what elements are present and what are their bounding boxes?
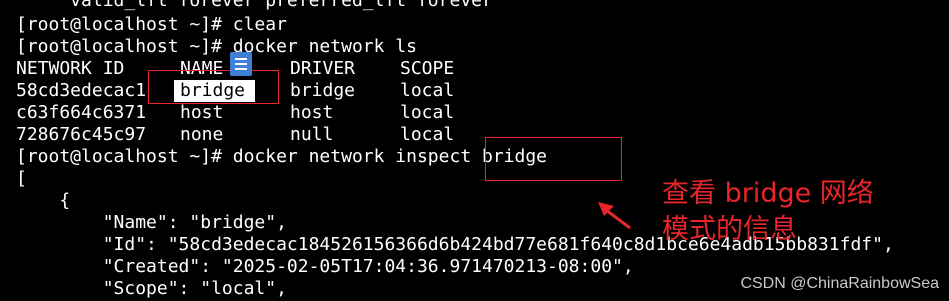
arrow-icon [598,202,631,230]
json-name-field: "Name": "bridge", [16,212,287,233]
json-scope-field: "Scope": "local", [16,278,287,299]
highlight-box-name [148,70,279,104]
terminal-window[interactable]: valid_lft forever preferred_lft forever … [0,0,949,301]
scope-cell: local [400,80,455,101]
network-id-cell: 58cd3edecac1 [16,80,147,101]
terminal-line-clear-command: [root@localhost ~]# clear [16,14,287,35]
table-row: c63f664c6371 host host local [16,102,496,124]
terminal-line-network-ls-command: [root@localhost ~]# docker network ls [16,36,417,57]
table-row: 728676c45c97 none null local [16,124,496,146]
scope-cell: local [400,102,455,123]
column-header-scope: SCOPE [400,58,455,79]
driver-cell: host [290,102,334,123]
json-open-bracket: [ [16,168,27,189]
json-open-brace: { [16,190,71,211]
watermark: CSDN @ChinaRainbowSea [740,275,939,292]
name-cell: host [180,102,224,123]
highlight-box-bridge [485,137,622,181]
terminal-line: valid_lft forever preferred_lft forever [16,0,493,11]
annotation-text: 查看 bridge 网络 模式的信息 [662,178,874,245]
name-cell: none [180,124,224,145]
network-id-cell: 728676c45c97 [16,124,147,145]
document-icon[interactable] [230,52,252,76]
network-id-cell: c63f664c6371 [16,102,147,123]
terminal-line-inspect-command: [root@localhost ~]# docker network inspe… [16,146,548,167]
driver-cell: null [290,124,334,145]
json-created-field: "Created": "2025-02-05T17:04:36.97147021… [16,256,634,277]
column-header-network-id: NETWORK ID [16,58,125,79]
scope-cell: local [400,124,455,145]
column-header-driver: DRIVER [290,58,356,79]
driver-cell: bridge [290,80,356,101]
